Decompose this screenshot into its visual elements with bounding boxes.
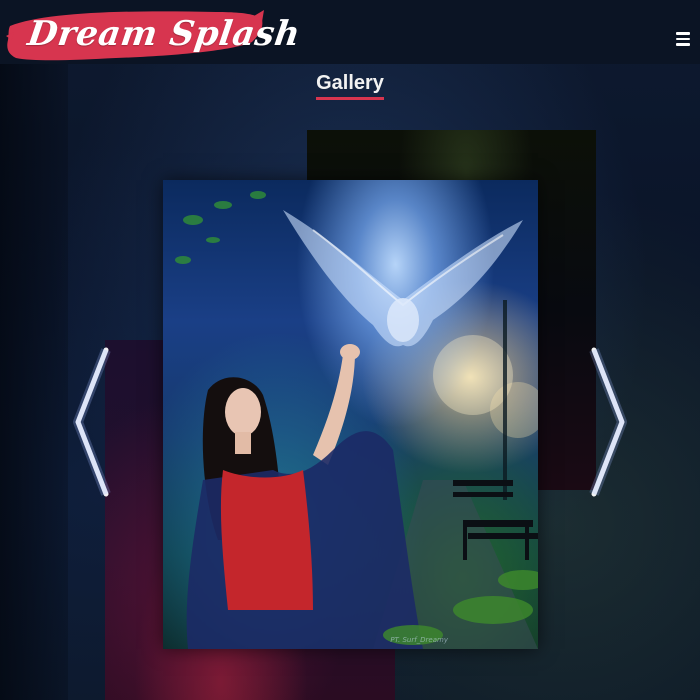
chevron-left-icon[interactable] [72,346,112,498]
logo[interactable]: Dream Splash [6,6,303,62]
hamburger-menu-icon[interactable] [676,32,690,46]
background-vignette [0,64,68,700]
owl-girl-artwork [175,191,538,649]
gallery-title: Gallery [316,72,384,100]
image-watermark: PT. Surf_Dreamy [390,636,448,644]
header: Dream Splash [0,0,700,64]
chevron-right-icon[interactable] [588,346,628,498]
gallery-heading: Gallery [0,72,700,100]
gallery-slide-active[interactable]: PT. Surf_Dreamy [163,180,538,649]
logo-text: Dream Splash [25,14,303,54]
page: Dream Splash Gallery PT. Surf_Dreamy [0,0,700,700]
